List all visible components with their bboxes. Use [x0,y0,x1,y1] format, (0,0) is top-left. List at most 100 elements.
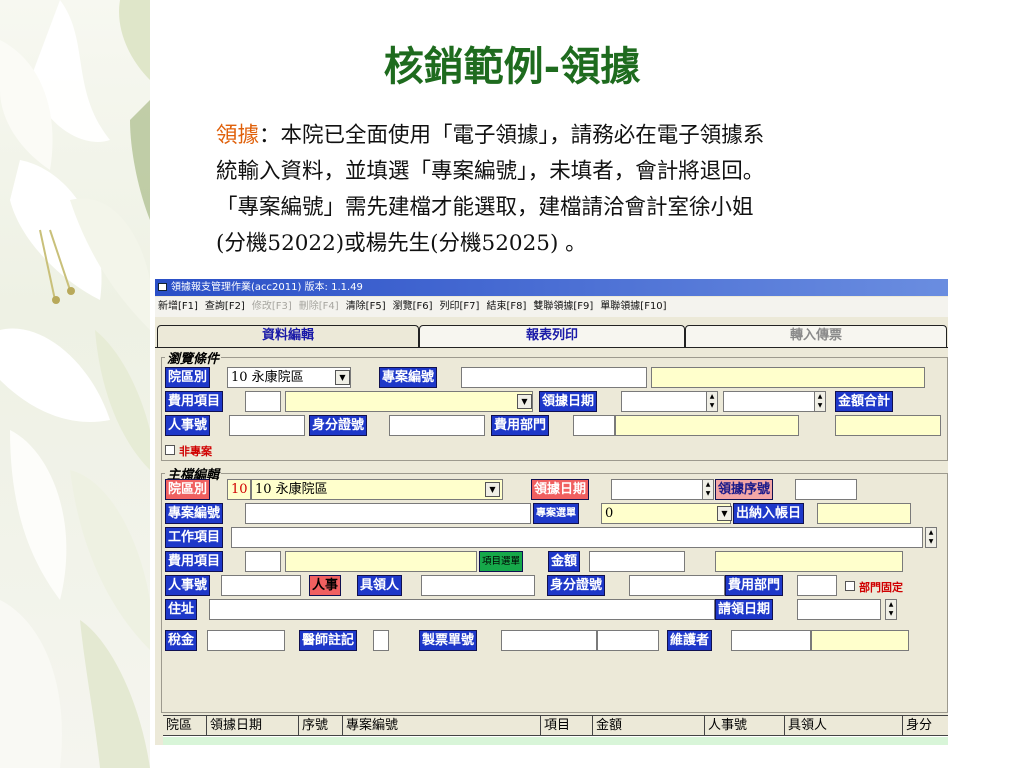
highlight-term: 領據 [216,123,260,148]
main-receipt-date-label: 領據日期 [531,479,590,500]
body-line-1: 領據：本院已全面使用「電子領據」，請務必在電子領據系 [216,118,936,154]
main-receipt-date-input[interactable] [611,479,707,500]
browse-receipt-date-from-input[interactable] [621,391,713,412]
main-dept-input[interactable] [797,575,837,596]
menu-item-edit[interactable]: 修改[F3] [252,301,292,312]
browse-expense-item-select[interactable] [285,391,533,412]
main-id-input[interactable] [629,575,725,596]
browse-dept-code-input[interactable] [573,415,615,436]
main-campus-code-field[interactable]: 10 [227,479,251,500]
tab-data-edit[interactable]: 資料編輯 [157,325,419,347]
browse-campus-dropdown-icon[interactable]: ▼ [335,370,350,385]
grid-col-item[interactable]: 項目 [541,716,593,736]
window-titlebar[interactable]: 領據報支管理作業(acc2011) 版本: 1.1.49 [155,279,948,296]
main-maintainer-label: 維護者 [667,630,713,651]
window-app-icon [158,283,167,291]
tab-bar: 資料編輯 報表列印 轉入傳票 [155,325,948,347]
menu-item-clear[interactable]: 清除[F5] [346,301,386,312]
main-maintainer-name-field [811,630,909,651]
browse-dept-label: 費用部門 [491,415,550,436]
browse-id-input[interactable] [389,415,485,436]
browse-expense-item-label: 費用項目 [165,391,224,412]
non-project-checkbox[interactable] [165,445,175,455]
browse-date-from-spinner[interactable]: ▲ ▼ [706,391,718,412]
tab-transfer-voucher[interactable]: 轉入傳票 [685,325,947,347]
grid-col-personnel[interactable]: 人事號 [705,716,785,736]
main-project-input[interactable] [245,503,531,524]
menu-item-add[interactable]: 新增[F1] [158,301,198,312]
main-campus-label: 院區別 [165,479,211,500]
browse-project-input[interactable] [461,367,647,388]
body-line-1-text: ：本院已全面使用「電子領據」，請務必在電子領據系 [259,123,765,148]
main-expense-item-label: 費用項目 [165,551,224,572]
browse-campus-label: 院區別 [165,367,211,388]
menu-item-query[interactable]: 查詢[F2] [205,301,245,312]
main-address-input[interactable] [209,599,715,620]
grid-row[interactable] [163,737,948,745]
menu-item-print[interactable]: 列印[F7] [440,301,480,312]
main-receipt-seq-label: 領據序號 [715,479,774,500]
main-campus-dropdown-icon[interactable]: ▼ [485,482,500,497]
main-receipt-seq-input[interactable] [795,479,857,500]
body-line-2: 統輸入資料，並填選「專案編號」，未填者，會計將退回。 [216,159,765,184]
dept-fixed-checkbox[interactable] [845,581,855,591]
decorative-flower-image [0,0,150,768]
grid-col-seq[interactable]: 序號 [299,716,343,736]
menu-item-double-receipt[interactable]: 雙聯領據[F9] [533,301,593,312]
browse-receipt-date-to-input[interactable] [723,391,823,412]
grid-col-amount[interactable]: 金額 [593,716,705,736]
browse-campus-select[interactable]: 10 永康院區 [227,367,351,388]
main-project-select-field[interactable]: 0 [601,503,731,524]
grid-header: 院區 領據日期 序號 專案編號 項目 金額 人事號 具領人 身分 [163,716,948,736]
main-doctor-label: 醫師註記 [299,630,358,651]
grid-col-receiver[interactable]: 具領人 [785,716,903,736]
main-tax-input[interactable] [207,630,285,651]
grid-col-project[interactable]: 專案編號 [343,716,541,736]
tab-report-print[interactable]: 報表列印 [419,325,685,347]
main-apply-date-spinner[interactable]: ▲ ▼ [885,599,897,620]
grid-col-id[interactable]: 身分 [903,716,948,736]
app-window: 領據報支管理作業(acc2011) 版本: 1.1.49 新增[F1] 查詢[F2… [155,279,948,745]
personnel-lookup-button[interactable]: 人事 [309,575,342,596]
menu-item-delete[interactable]: 刪除[F4] [299,301,339,312]
main-apply-date-input[interactable] [797,599,881,620]
browse-group-title: 瀏覽條件 [165,348,222,367]
grid-col-receipt-date[interactable]: 領據日期 [207,716,299,736]
receipt-grid[interactable]: 院區 領據日期 序號 專案編號 項目 金額 人事號 具領人 身分 [163,715,948,745]
main-personnel-input[interactable] [221,575,301,596]
project-select-button[interactable]: 專案選單 [533,503,579,524]
browse-total-amount-label: 金額合計 [835,391,894,412]
browse-id-label: 身分證號 [309,415,368,436]
grid-col-campus[interactable]: 院區 [163,716,207,736]
body-line-4: (分機52022)或楊先生(分機52025) 。 [216,231,587,256]
main-address-label: 住址 [165,599,198,620]
main-account-date-label: 出納入帳日 [733,503,805,524]
main-receiver-label: 具領人 [357,575,403,596]
browse-date-to-spinner[interactable]: ▲ ▼ [814,391,826,412]
main-amount-input[interactable] [589,551,685,572]
menu-item-browse[interactable]: 瀏覽[F6] [393,301,433,312]
work-item-scroll[interactable]: ▲ ▼ [925,527,937,548]
item-select-button[interactable]: 項目選單 [479,551,524,572]
main-work-item-input[interactable] [231,527,923,548]
main-receiver-input[interactable] [421,575,535,596]
main-maintainer-input[interactable] [731,630,811,651]
browse-project-name-field [651,367,925,388]
menu-item-single-receipt[interactable]: 單聯領據[F10] [600,301,666,312]
main-project-select-dropdown-icon[interactable]: ▼ [717,506,732,521]
main-campus-select[interactable]: 10 永康院區 [251,479,503,500]
browse-personnel-input[interactable] [229,415,305,436]
browse-expense-item-code-input[interactable] [245,391,281,412]
browse-expense-item-dropdown-icon[interactable]: ▼ [517,394,532,409]
main-voucher-seq-input[interactable] [597,630,659,651]
tab-panel-data-edit: 瀏覽條件 院區別 10 永康院區 ▼ 專案編號 費用項目 ▼ 領據日期 ▲ ▼ ▲… [155,347,948,745]
main-expense-item-code-input[interactable] [245,551,281,572]
main-voucher-input[interactable] [501,630,597,651]
lily-illustration [0,0,150,768]
menu-item-exit[interactable]: 結束[F8] [486,301,526,312]
slide-title: 核銷範例-領據 [383,43,641,90]
main-doctor-input[interactable] [373,630,389,651]
dept-fixed-label: 部門固定 [859,581,903,594]
browse-receipt-date-label: 領據日期 [539,391,598,412]
main-receipt-date-spinner[interactable]: ▲ ▼ [702,479,714,500]
